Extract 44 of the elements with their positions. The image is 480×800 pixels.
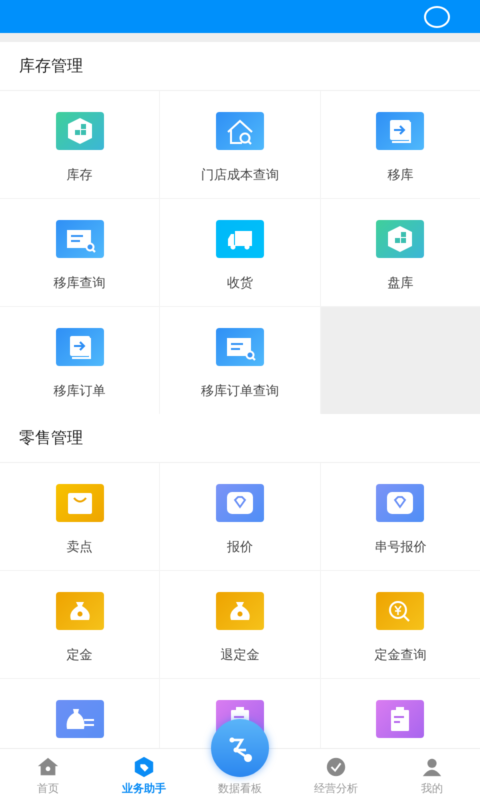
truck-icon bbox=[216, 220, 264, 258]
tile-label: 定金 bbox=[66, 647, 93, 664]
doc-search-icon bbox=[216, 328, 264, 366]
tile-label: 门店成本查询 bbox=[200, 167, 279, 184]
arrow-box-icon bbox=[376, 112, 424, 150]
menu-tile[interactable]: 库存 bbox=[0, 91, 160, 198]
menu-tile[interactable]: 移库订单 bbox=[0, 307, 160, 414]
money-bag-icon bbox=[216, 592, 264, 630]
menu-tile[interactable]: 卖点 bbox=[0, 463, 160, 570]
house-search-icon bbox=[216, 112, 264, 150]
menu-tile[interactable]: 定金 bbox=[0, 571, 160, 678]
tile-label: 库存 bbox=[66, 167, 93, 184]
bag-icon bbox=[56, 484, 104, 522]
tile-label: 移库查询 bbox=[54, 275, 106, 292]
menu-tile[interactable]: 移库查询 bbox=[0, 199, 160, 306]
flow-icon[interactable] bbox=[211, 719, 269, 777]
menu-tile[interactable]: 移库 bbox=[320, 91, 480, 198]
tile-label: 移库订单查询 bbox=[200, 383, 279, 400]
yen-search-icon bbox=[376, 592, 424, 630]
circle-icon[interactable] bbox=[424, 6, 450, 28]
clipboard-icon bbox=[376, 700, 424, 738]
menu-tile[interactable]: 串号报价 bbox=[320, 463, 480, 570]
menu-tile[interactable]: 定金查询 bbox=[320, 571, 480, 678]
tile-label: 移库订单 bbox=[54, 383, 106, 400]
money-bag-icon bbox=[56, 592, 104, 630]
tile-label: 串号报价 bbox=[374, 539, 426, 556]
hex-box-icon bbox=[376, 220, 424, 258]
menu-tile[interactable]: 退定金 bbox=[160, 571, 320, 678]
hex-box-icon bbox=[56, 112, 104, 150]
doc-search-icon bbox=[56, 220, 104, 258]
tile-label: 收货 bbox=[226, 275, 253, 292]
menu-tile[interactable]: 门店成本查询 bbox=[160, 91, 320, 198]
tile-label: 定金查询 bbox=[374, 647, 426, 664]
tile-label: 盘库 bbox=[387, 275, 414, 292]
menu-tile[interactable]: 盘库 bbox=[320, 199, 480, 306]
menu-tile[interactable]: 报价 bbox=[160, 463, 320, 570]
money-transfer-icon bbox=[56, 700, 104, 738]
tile-label: 卖点 bbox=[66, 539, 93, 556]
arrow-box-icon bbox=[56, 328, 104, 366]
tile-label: 移库 bbox=[387, 167, 414, 184]
menu-tile[interactable]: 收货 bbox=[160, 199, 320, 306]
tile-label: 退定金 bbox=[220, 647, 260, 664]
tile-label: 报价 bbox=[226, 539, 253, 556]
menu-tile[interactable]: 移库订单查询 bbox=[160, 307, 320, 414]
